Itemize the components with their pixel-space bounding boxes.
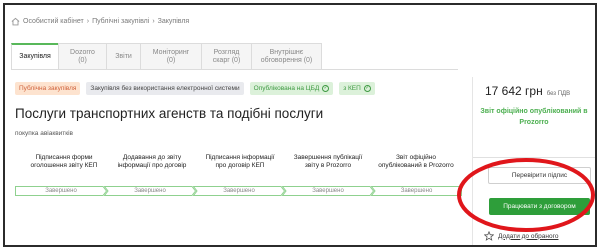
badge-kep: з КЕП ✓ [339,82,375,95]
breadcrumb-separator: › [86,18,90,25]
check-circle-icon: ✓ [363,85,371,92]
step-label: Підписання інформації про договір КЕП [205,154,275,169]
page-frame: Особистий кабінет › Публічні закупівлі ›… [3,3,597,247]
sidebar-divider [473,157,595,158]
badge-label: Опублікована на ЦБД [253,85,320,92]
price-amount: 17 642 грн [485,84,543,98]
step-chevron: Завершено [15,186,107,196]
verify-signature-button[interactable]: Перевірити підпис [488,167,591,184]
step-label: Додавання до звіту інформації про догові… [117,154,187,169]
status-badges: Публічна закупівля Закупівля без викорис… [15,82,375,95]
breadcrumb: Особистий кабінет › Публічні закупівлі ›… [11,17,189,26]
breadcrumb-separator: › [152,18,155,25]
step-chevron: Завершено [193,186,285,196]
step-label: Завершення публікації звіту в Prozorro [293,154,363,169]
step-chevron: Завершено [282,186,374,196]
home-icon[interactable] [11,17,20,26]
badge-public-procurement: Публічна закупівля [15,82,81,95]
check-circle-icon: ✓ [322,85,330,92]
tab-procurement[interactable]: Закупівля [11,43,59,69]
breadcrumb-item-cabinet[interactable]: Особистий кабінет [23,18,84,25]
tab-bar: Закупівля Dozorro (0) Звіти Моніторинг (… [11,43,322,69]
step-status: Завершено [400,188,433,194]
step-status: Завершено [45,188,77,194]
star-icon [484,231,494,241]
step-status: Завершено [223,188,255,194]
tab-internal-discussion[interactable]: Внутрішнє обговорення (0) [251,43,322,69]
tab-dozorro[interactable]: Dozorro (0) [58,43,107,69]
step-status: Завершено [134,188,166,194]
breadcrumb-item-procurement: Закупівля [157,18,190,25]
badge-without-electronic-system: Закупівля без використання електронної с… [86,82,244,95]
add-to-favorites-link[interactable]: Додати до обраного [484,231,558,241]
tab-complaints[interactable]: Розгляд скарг (0) [201,43,252,69]
step-label: Звіт офіційно опублікований в Prozorro [378,154,454,169]
badge-label: Закупівля без використання електронної с… [90,85,240,92]
sidebar-panel: 17 642 грн без ПДВ Звіт офіційно опублік… [472,77,595,245]
tabs-divider [11,69,458,70]
work-with-contract-button[interactable]: Працювати з договором [489,198,590,215]
badge-label: з КЕП [343,85,361,92]
tab-monitoring[interactable]: Моніторинг (0) [140,43,202,69]
tab-reports[interactable]: Звіти [106,43,141,69]
progress-steps: Підписання форми оголошення звіту КЕП До… [15,154,462,200]
badge-label: Публічна закупівля [19,85,77,92]
page-subtitle: покупка авіаквитків [15,130,74,137]
badge-published-cbd: Опублікована на ЦБД ✓ [249,82,334,95]
step-status: Завершено [312,188,344,194]
add-to-favorites-label: Додати до обраного [498,232,559,240]
breadcrumb-item-public-procurement[interactable]: Публічні закупівлі [92,18,149,25]
step-chevron: Завершено [104,186,196,196]
step-label: Підписання форми оголошення звіту КЕП [30,154,98,169]
step-chevron: Завершено [371,186,462,196]
page-title: Послуги транспортних агенств та подібні … [15,106,324,121]
report-status: Звіт офіційно опублікований в Prozorro [480,108,588,126]
price-vat-note: без ПДВ [546,91,571,97]
price: 17 642 грн без ПДВ [485,84,570,98]
